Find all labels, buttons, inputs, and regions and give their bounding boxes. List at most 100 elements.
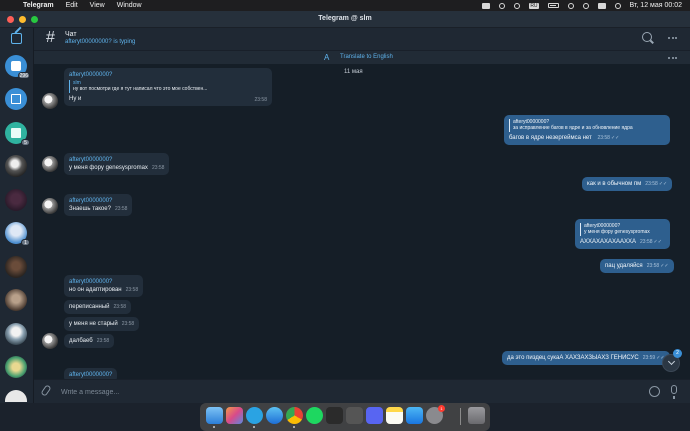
sender-avatar[interactable]: [42, 156, 58, 172]
window-titlebar[interactable]: Telegram @ slm: [0, 11, 690, 28]
sender-avatar[interactable]: [42, 93, 58, 109]
message-incoming[interactable]: afteryt0000000? slm ну вот посмотри где …: [64, 68, 272, 106]
message-time: 23:59: [642, 355, 656, 361]
translate-bar[interactable]: A Translate to English: [34, 50, 690, 64]
message-outgoing[interactable]: как и в обычном пм 23:58✓✓: [582, 177, 673, 191]
translate-options-icon[interactable]: [668, 57, 677, 59]
message-text: переписанный: [69, 304, 110, 310]
launchpad-icon[interactable]: [226, 407, 243, 424]
unread-badge: 5: [21, 139, 30, 146]
translate-icon: A: [324, 53, 330, 62]
chat-avatar-8[interactable]: [5, 289, 27, 311]
spotlight-search-icon[interactable]: [582, 2, 589, 9]
notes-icon[interactable]: [386, 407, 403, 424]
message-list[interactable]: 11 мая afteryt0000000? slm ну вот посмот…: [34, 64, 690, 379]
chat-avatar-10[interactable]: [5, 356, 27, 378]
menu-window[interactable]: Window: [117, 2, 142, 9]
message-time: 23:58: [121, 321, 135, 327]
message-time: 23:58: [96, 338, 110, 344]
message-incoming[interactable]: у меня не старый 23:58: [64, 317, 140, 331]
sender-avatar[interactable]: [42, 198, 58, 214]
puzzle-app-icon[interactable]: [346, 407, 363, 424]
reply-quote[interactable]: afteryt0000000? за исправление багов в я…: [509, 119, 665, 132]
chat-list-icon: [11, 61, 21, 71]
wifi-icon[interactable]: [567, 2, 574, 9]
message-sender[interactable]: afteryt0000000?: [69, 371, 112, 379]
finder-icon[interactable]: [206, 407, 223, 424]
message-outgoing[interactable]: да это пиздец сукаА ХАХЗАХЗЫАХЗ ГЕНИСУС 2…: [502, 351, 670, 365]
chat-avatar-saved-messages[interactable]: [5, 88, 27, 110]
control-center-icon[interactable]: [597, 2, 606, 9]
unread-badge: 296: [17, 72, 30, 79]
message-incoming[interactable]: далбаеб 23:58: [64, 334, 115, 348]
menu-app-name[interactable]: Telegram: [23, 2, 54, 9]
message-text: но он адаптирован: [69, 287, 122, 293]
trash-icon[interactable]: [468, 407, 485, 424]
spotify-icon[interactable]: [306, 407, 323, 424]
message-composer: [34, 379, 690, 403]
chat-avatar-7[interactable]: [5, 256, 27, 278]
siri-icon[interactable]: [614, 2, 621, 9]
keyboard-layout-indicator[interactable]: RU: [529, 2, 539, 9]
message-sender[interactable]: afteryt0000000?: [69, 71, 267, 79]
chat-title[interactable]: Чат: [65, 31, 77, 38]
message-input[interactable]: [61, 386, 621, 398]
message-sender[interactable]: afteryt0000000?: [69, 156, 164, 164]
message-text: АХХАХАХАХААХХА: [580, 239, 637, 245]
sender-avatar[interactable]: [42, 333, 58, 349]
dock-separator: [460, 408, 461, 425]
chrome-icon[interactable]: [286, 407, 303, 424]
search-icon[interactable]: [642, 32, 652, 42]
chat-header: # Чат afteryt00000000? is typing: [34, 28, 690, 50]
message-outgoing[interactable]: afteryt0000000? у меня фору genesysproma…: [575, 219, 670, 249]
chat-avatar-6[interactable]: 1: [5, 222, 30, 246]
message-incoming[interactable]: afteryt0000000? у меня фору genesysproma…: [64, 153, 170, 175]
chat-avatar-1[interactable]: 296: [5, 55, 30, 79]
message-outgoing[interactable]: afteryt0000000? за исправление багов в я…: [504, 115, 670, 145]
status-circle-icon[interactable]: [499, 2, 506, 9]
menu-edit[interactable]: Edit: [66, 2, 78, 9]
message-text: у меня фору genesyspromax: [69, 165, 148, 171]
quote-text: у меня фору genesyspromax: [584, 229, 650, 235]
paperclip-icon[interactable]: [40, 384, 52, 397]
chat-avatar-4[interactable]: [5, 155, 27, 177]
safari-icon[interactable]: [266, 407, 283, 424]
message-incoming[interactable]: afteryt0000000?: [64, 368, 118, 379]
chat-avatar-9[interactable]: [5, 323, 27, 345]
h-app-icon[interactable]: [326, 407, 343, 424]
scroll-to-bottom-button[interactable]: 2: [662, 349, 682, 372]
message-sender[interactable]: afteryt0000000?: [69, 278, 138, 286]
chat-avatar-11[interactable]: [5, 390, 27, 402]
skype-icon[interactable]: [514, 2, 521, 9]
reply-quote[interactable]: afteryt0000000? у меня фору genesysproma…: [580, 223, 665, 236]
message-incoming[interactable]: afteryt0000000? Знаешь такое? 23:58: [64, 194, 133, 216]
emoji-icon[interactable]: [649, 386, 660, 397]
message-sender[interactable]: afteryt0000000?: [69, 197, 127, 205]
chat-avatar-5[interactable]: [5, 189, 27, 211]
compose-icon[interactable]: [11, 33, 22, 44]
app-store-icon[interactable]: [406, 407, 423, 424]
telegram-icon[interactable]: [246, 407, 263, 424]
message-time: 23:58: [151, 165, 165, 171]
system-preferences-icon[interactable]: 1: [426, 405, 445, 424]
more-options-icon[interactable]: [668, 37, 677, 39]
read-checkmarks-icon: ✓✓: [653, 239, 662, 245]
message-incoming[interactable]: переписанный 23:58: [64, 300, 132, 314]
reply-quote[interactable]: slm ну вот посмотри где я тут написал чт…: [69, 80, 267, 93]
menubar-status-area: RU Вт, 12 мая 00:02: [482, 0, 682, 11]
menubar-clock[interactable]: Вт, 12 мая 00:02: [630, 2, 682, 9]
message-time: 23:58: [645, 181, 658, 187]
message-text: да это пиздец сукаА ХАХЗАХЗЫАХЗ ГЕНИСУС: [507, 355, 639, 361]
screen-record-icon[interactable]: [482, 2, 491, 9]
chat-avatar-3[interactable]: 5: [5, 122, 30, 146]
message-time: 23:58: [640, 239, 653, 245]
translate-button[interactable]: Translate to English: [340, 54, 393, 60]
menu-view[interactable]: View: [90, 2, 105, 9]
microphone-icon[interactable]: [671, 385, 677, 399]
battery-icon[interactable]: [547, 3, 559, 8]
discord-icon[interactable]: [366, 407, 383, 424]
message-time: 23:58: [646, 263, 660, 269]
message-outgoing[interactable]: пац удаляйся 23:58✓✓: [600, 259, 674, 273]
message-time: 23:58: [254, 97, 267, 103]
message-incoming[interactable]: afteryt0000000? но он адаптирован 23:58: [64, 275, 144, 297]
